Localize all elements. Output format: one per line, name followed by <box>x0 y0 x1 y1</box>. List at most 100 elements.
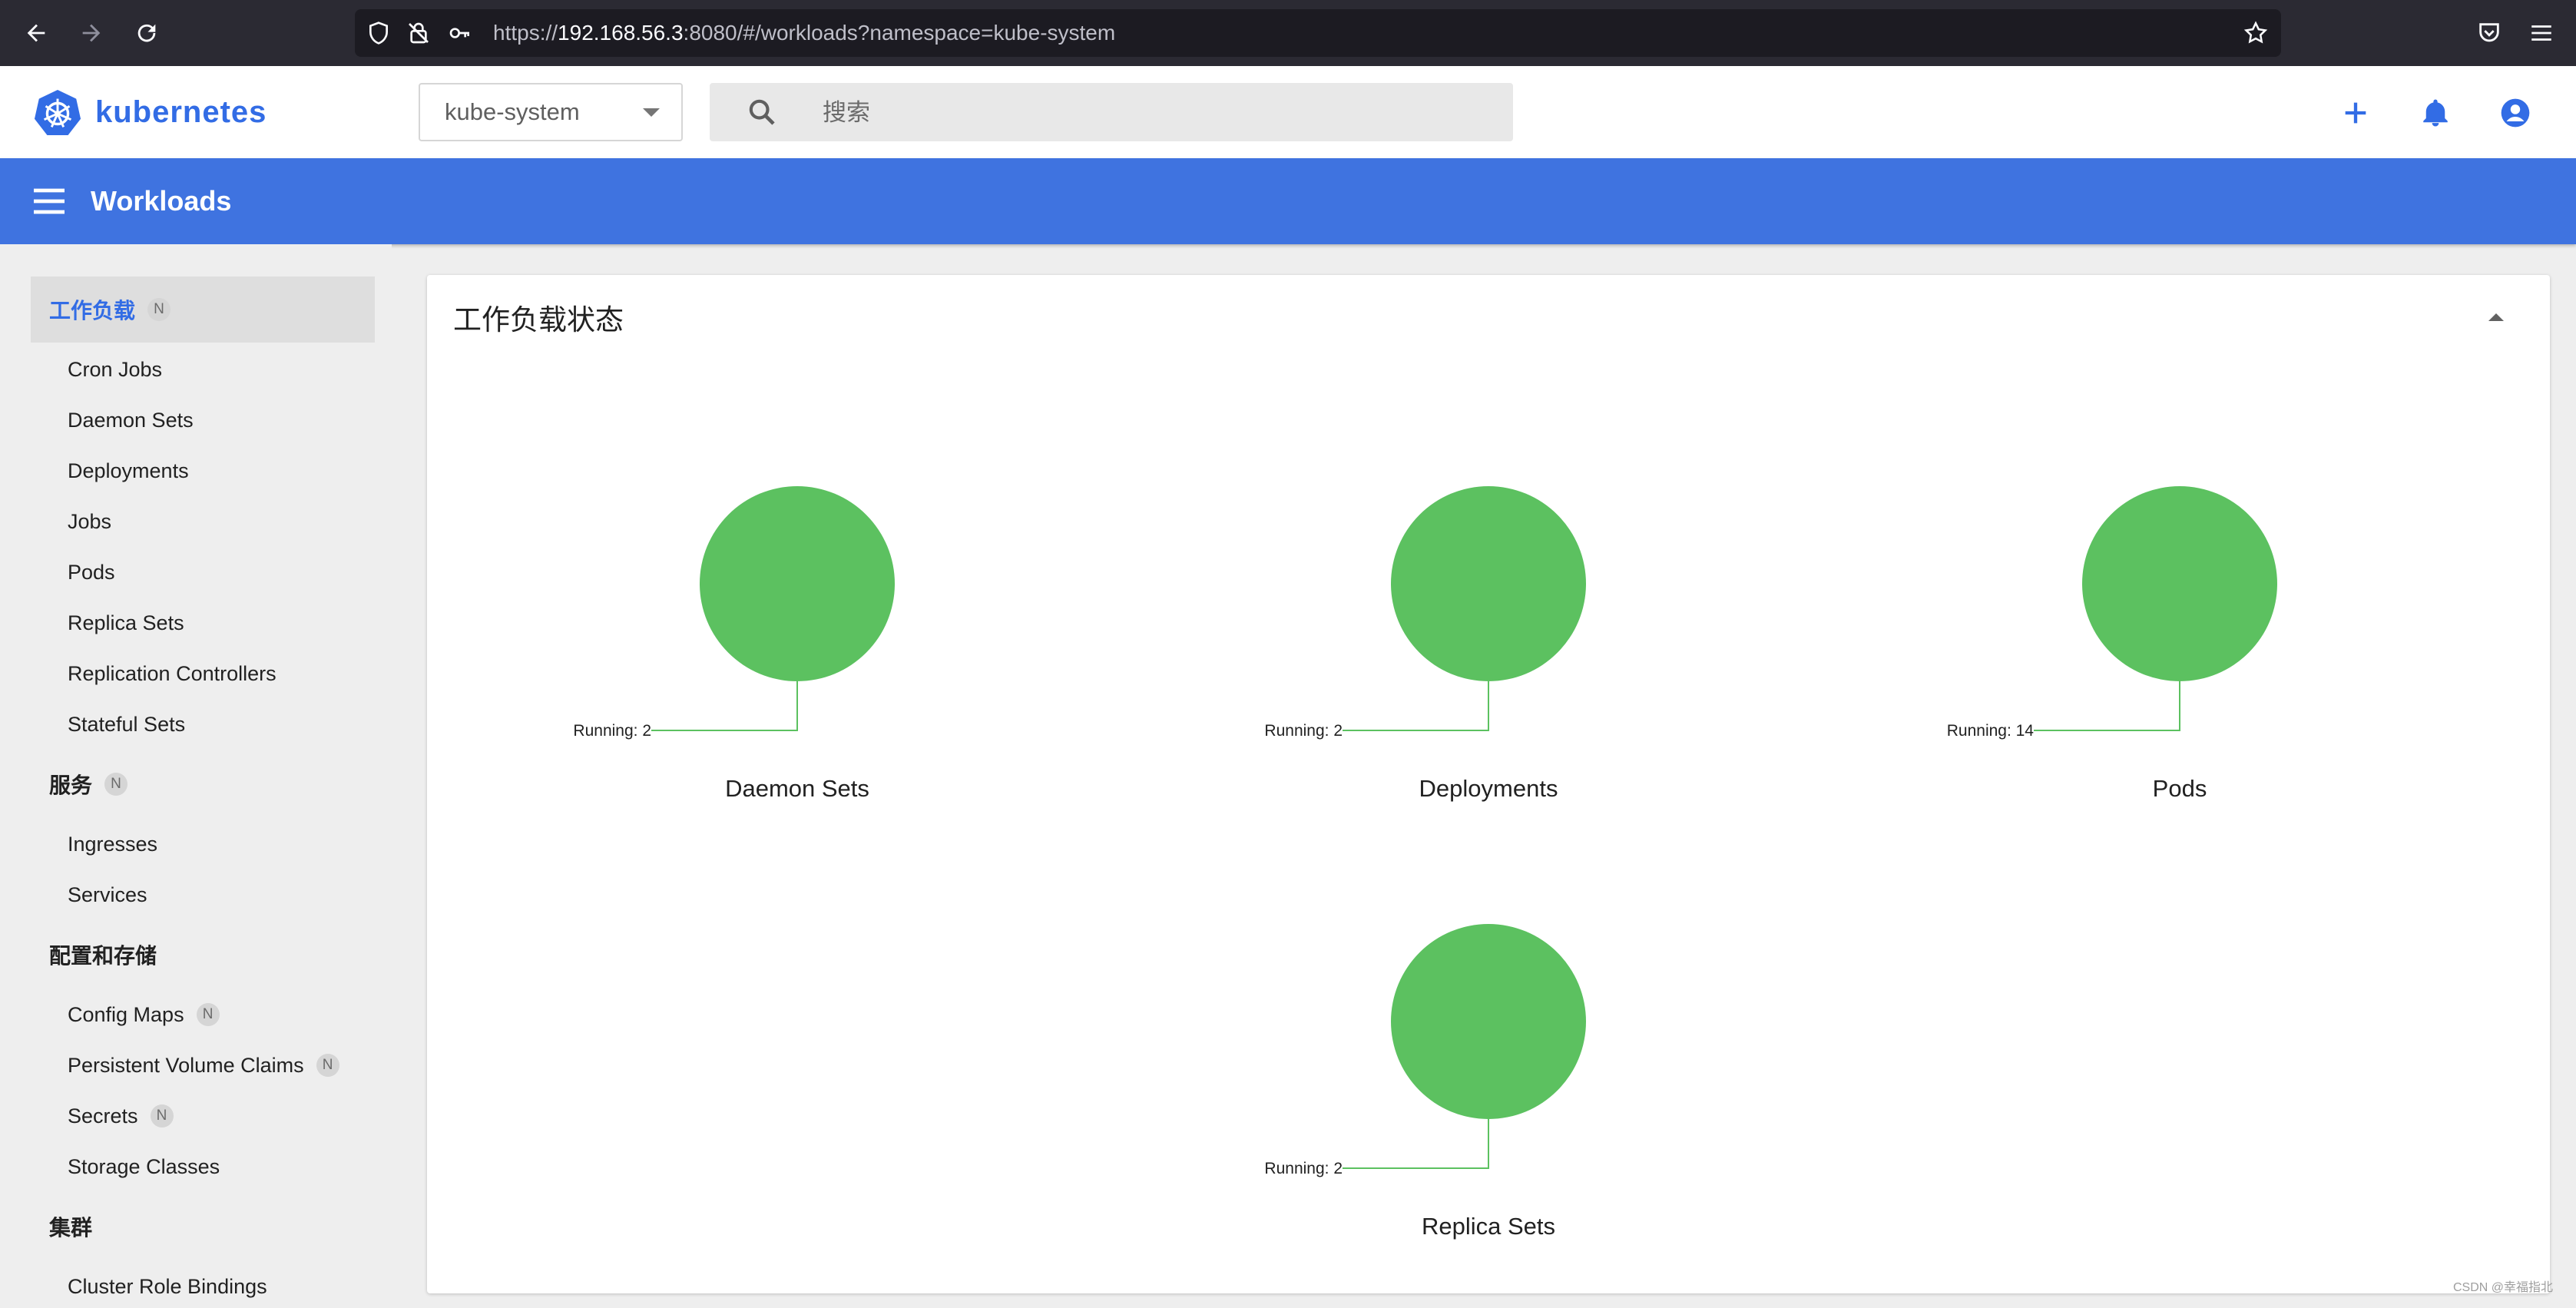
search-input[interactable] <box>821 83 1485 143</box>
lock-warning-icon[interactable] <box>404 18 433 48</box>
sidebar-item-label: Cluster Role Bindings <box>68 1274 267 1298</box>
url-prefix: https:// <box>493 21 558 45</box>
sidebar-item-daemon-sets[interactable]: Daemon Sets <box>68 399 194 442</box>
hamburger-icon <box>2531 25 2551 41</box>
url-path: :8080/#/workloads?namespace=kube-system <box>683 21 1116 45</box>
namespaced-badge: N <box>316 1054 339 1077</box>
sidebar-item-label: Replication Controllers <box>68 661 276 685</box>
sidebar-item-replica-sets[interactable]: Replica Sets <box>68 601 184 644</box>
pocket-icon <box>2479 23 2499 42</box>
menu-icon[interactable] <box>31 184 68 218</box>
chart-title: Daemon Sets <box>725 775 869 802</box>
workload-status-charts: Running: 2 Daemon Sets Running: 2 Deploymen… <box>573 486 2277 1240</box>
sidebar-item-label: Deployments <box>68 459 189 482</box>
url-text[interactable]: https://192.168.56.3:8080/#/workloads?na… <box>493 9 1115 57</box>
pie-slice-running[interactable] <box>1391 486 1586 681</box>
sidebar-item-label: Pods <box>68 560 115 584</box>
pie-chart-replica-sets: Running: 2 Replica Sets <box>1264 924 1586 1240</box>
sidebar-item-label: Cron Jobs <box>68 357 163 381</box>
app-header: kubernetes kube-system <box>0 66 2576 159</box>
leader-line <box>1343 1119 1489 1169</box>
sidebar-item-label: Ingresses <box>68 832 158 856</box>
sidebar-item-label: Config Maps <box>68 1002 184 1026</box>
namespaced-badge: N <box>196 1003 220 1026</box>
reload-icon <box>137 24 156 42</box>
chart-title: Pods <box>2153 775 2207 802</box>
create-button[interactable] <box>2336 94 2375 132</box>
search-box[interactable] <box>710 83 1513 143</box>
page-toolbar: Workloads <box>0 158 2576 244</box>
namespaced-badge: N <box>147 298 171 321</box>
sidebar-group-label: 服务 <box>49 773 93 797</box>
sidebar-item-deployments[interactable]: Deployments <box>68 449 189 492</box>
pie-slice-running[interactable] <box>2082 486 2277 681</box>
pie-slice-running[interactable] <box>700 486 895 681</box>
kubernetes-logo[interactable]: kubernetes <box>34 86 267 138</box>
sidebar-group-cluster[interactable]: 集群 <box>31 1194 375 1260</box>
namespaced-badge: N <box>150 1104 174 1128</box>
sidebar-item-secrets[interactable]: Secrets N <box>68 1094 174 1137</box>
sidebar-item-label: Secrets <box>68 1104 138 1128</box>
sidebar-item-cron-jobs[interactable]: Cron Jobs <box>68 348 162 391</box>
sidebar-item-label: Storage Classes <box>68 1154 220 1178</box>
reload-button[interactable] <box>127 14 166 52</box>
leader-line <box>1343 681 1489 731</box>
sidebar-group-config-storage[interactable]: 配置和存储 <box>31 922 375 988</box>
arrow-left-icon <box>27 24 45 42</box>
sidebar-group-label: 集群 <box>49 1216 93 1240</box>
bell-icon <box>2423 99 2448 127</box>
pocket-button[interactable] <box>2472 15 2507 51</box>
plus-icon <box>2345 102 2366 124</box>
namespace-select[interactable]: kube-system <box>419 83 683 141</box>
url-host: 192.168.56.3 <box>558 21 684 45</box>
arrow-right-icon <box>82 24 101 42</box>
sidebar: 工作负载 N Cron Jobs Daemon Sets Deployments… <box>0 244 392 1301</box>
sidebar-group-services[interactable]: 服务 N <box>31 751 375 817</box>
workload-status-card: 工作负载状态 Running: 2 Daemon Sets Running: 2 De… <box>427 275 2550 1293</box>
sidebar-group-label: 工作负载 <box>49 299 136 323</box>
app-menu-button[interactable] <box>2524 15 2559 51</box>
browser-toolbar: https://192.168.56.3:8080/#/workloads?na… <box>0 0 2576 66</box>
slice-label: Running: 2 <box>573 722 651 740</box>
sidebar-item-label: Stateful Sets <box>68 712 186 736</box>
back-button[interactable] <box>17 14 55 52</box>
sidebar-item-label: Replica Sets <box>68 611 184 634</box>
namespace-value: kube-system <box>445 98 580 125</box>
sidebar-item-label: Jobs <box>68 509 112 533</box>
address-bar[interactable]: https://192.168.56.3:8080/#/workloads?na… <box>355 9 2281 57</box>
page-title: Workloads <box>91 185 232 217</box>
pie-chart-daemon-sets: Running: 2 Daemon Sets <box>573 486 895 802</box>
sidebar-item-stateful-sets[interactable]: Stateful Sets <box>68 703 185 746</box>
sidebar-item-config-maps[interactable]: Config Maps N <box>68 993 220 1036</box>
sidebar-item-label: Daemon Sets <box>68 408 194 432</box>
sidebar-item-pods[interactable]: Pods <box>68 551 115 594</box>
leader-line <box>651 681 798 731</box>
pie-chart-pods: Running: 14 Pods <box>1947 486 2277 802</box>
sidebar-item-ingresses[interactable]: Ingresses <box>68 823 157 866</box>
user-button[interactable] <box>2496 94 2535 132</box>
sidebar-group-workloads[interactable]: 工作负载 N <box>31 277 375 343</box>
caret-down-icon <box>643 108 660 117</box>
sidebar-item-persistent-volume-claims[interactable]: Persistent Volume Claims N <box>68 1044 339 1087</box>
bookmark-star-icon[interactable] <box>2241 18 2270 48</box>
sidebar-item-services[interactable]: Services <box>68 873 147 916</box>
pie-slice-running[interactable] <box>1391 924 1586 1119</box>
sidebar-item-replication-controllers[interactable]: Replication Controllers <box>68 652 276 695</box>
chart-title: Replica Sets <box>1422 1213 1555 1240</box>
notifications-button[interactable] <box>2416 94 2455 132</box>
logo-text: kubernetes <box>95 94 267 129</box>
sidebar-item-label: Services <box>68 882 147 906</box>
sidebar-group-label: 配置和存储 <box>49 944 157 968</box>
key-icon[interactable] <box>445 18 475 48</box>
forward-button[interactable] <box>72 14 111 52</box>
sidebar-item-jobs[interactable]: Jobs <box>68 500 111 543</box>
search-icon <box>749 99 775 125</box>
shield-icon[interactable] <box>364 18 393 48</box>
sidebar-item-cluster-role-bindings[interactable]: Cluster Role Bindings <box>68 1265 267 1308</box>
chart-title: Deployments <box>1419 775 1558 802</box>
sidebar-item-storage-classes[interactable]: Storage Classes <box>68 1145 220 1188</box>
account-circle-icon <box>2501 98 2530 127</box>
sidebar-item-label: Persistent Volume Claims <box>68 1053 304 1077</box>
slice-label: Running: 14 <box>1947 722 2035 740</box>
leader-line <box>2034 681 2180 731</box>
